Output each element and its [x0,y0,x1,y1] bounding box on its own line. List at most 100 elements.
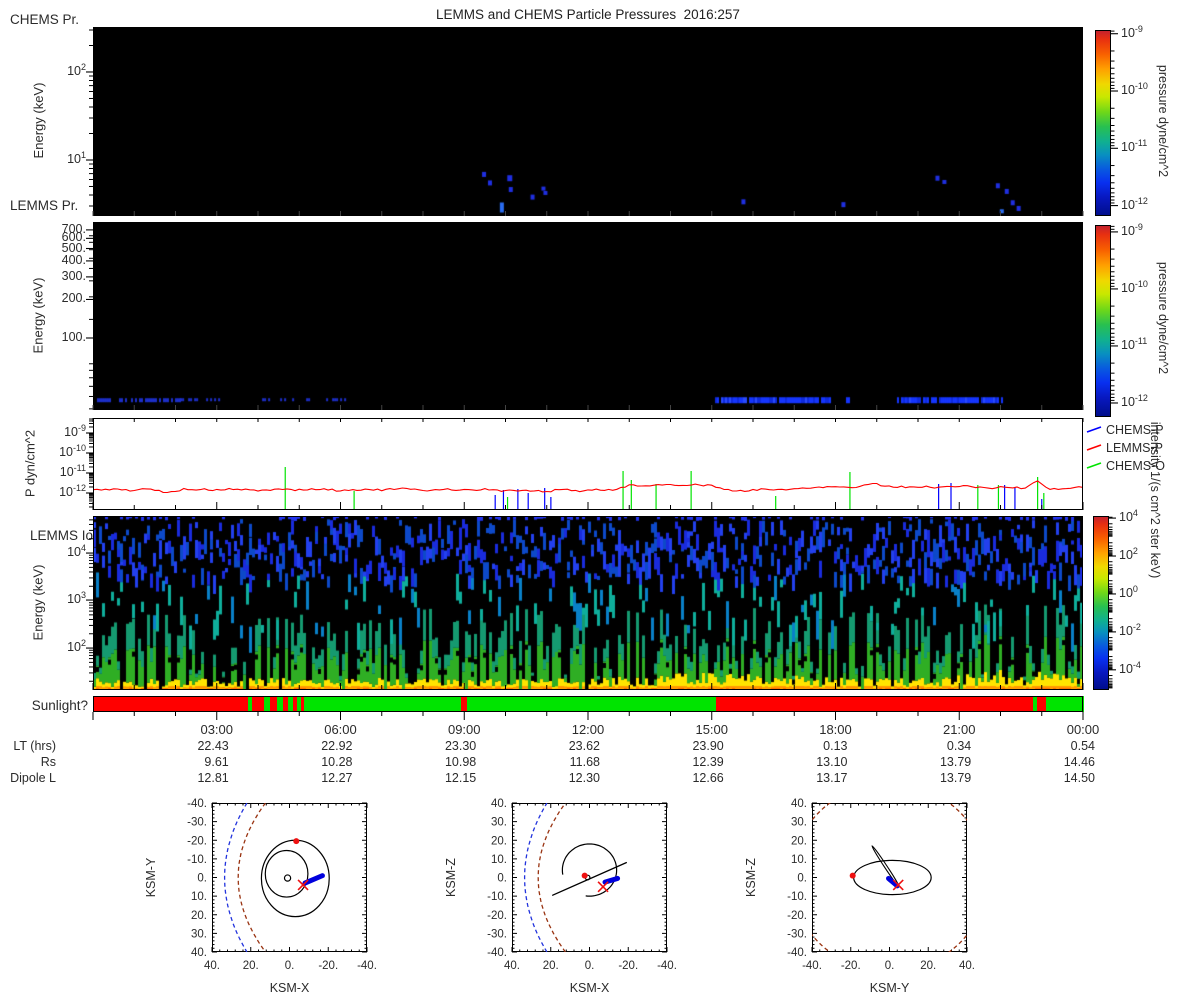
orbit-y-axis-label: KSM-Y [144,857,158,897]
ephemeris-value: 0.13 [823,739,848,753]
ephemeris-value: 23.90 [692,739,724,753]
y-tick-label: 103 [67,589,86,607]
colorbar-tick-label: 100 [1119,583,1138,600]
orbit-x-tick-label: -40. [802,960,822,972]
orbit-plot-ksmx-ksmz: 40.30.20.10.0.-10.-20.-30.-40.40. 20. 0. -2… [444,798,677,995]
orbit-y-tick-label: -40. [787,947,807,959]
colorbar-tick-label: 10-12 [1121,392,1148,409]
orbit-x-tick-label: -20. [841,960,861,972]
chems-energy-axis-label: Energy (keV) [31,82,46,159]
orbit-y-tick-label: -30. [787,928,807,940]
chems-pressure-panel-label: CHEMS Pr. [10,12,80,27]
orbit-y-tick-label: -20. [787,910,807,922]
ephemeris-value: 23.30 [444,739,477,753]
pressure-line-plot [92,418,1084,510]
lemms-ions-canvas [93,516,1083,690]
orbit-x-axis-label: KSM-X [570,981,610,995]
pressure-tick-label: 10-12 [59,482,86,499]
pressure-line-svg [92,467,1084,510]
orbit-y-tick-label: 10. [191,891,207,903]
legend-label-chems-p: CHEMS-P [1106,423,1164,437]
orbit-y-tick-label: 30. [491,817,507,829]
orbit-x-tick-label: 40. [959,960,975,972]
page-title: LEMMS and CHEMS Particle Pressures 2016:… [436,7,740,22]
orbit-x-tick-label: -20. [618,960,638,972]
ephemeris-value: 14.50 [1063,771,1095,785]
orbit-x-tick-label: 40. [204,960,220,972]
day-start-marker [581,872,588,879]
pressure-colorbar-unit-label-2: pressure dyne/cm^2 [1156,261,1170,375]
orbit-x-tick-label: 0. [585,960,595,972]
y-tick-label: 101 [67,149,86,166]
orbit-x-tick-label: 20. [920,960,936,972]
lemms-p-line-icon [1086,444,1102,451]
orbit-y-tick-label: 20. [791,835,807,847]
chems-pressure-spectrogram [93,27,1083,216]
y-tick-label: 104 [67,542,86,560]
chems-p-line-icon [1086,426,1102,433]
ephemeris-value: 11.68 [569,755,600,769]
ephemeris-value: 10.98 [444,755,477,769]
colorbar-tick-label: 10-9 [1121,221,1143,238]
orbit-plot-ksmx-ksmy: -40. -30. -20. -10. 0. 10. 20. 30. 40.40. 20. 0. -2… [144,798,377,995]
sunlight-segment [716,696,1034,712]
colorbar-tick-label: 10-4 [1119,659,1141,676]
orbit-x-tick-label: 0. [885,960,895,972]
legend-item-lemms-p: LEMMS-P [1086,441,1163,455]
ephemeris-value: 13.17 [816,771,848,785]
y-tick-label: 100. [61,329,86,344]
orbit-y-tick-label: 0. [797,873,807,885]
legend-label-chems-o: CHEMS-O [1106,459,1166,473]
orbit-content [523,803,627,952]
orbit-y-tick-label: -10. [787,891,807,903]
orbit-y-tick-label: -10. [487,891,507,903]
colorbar-tick-label: 104 [1119,507,1138,525]
day-start-marker [849,872,856,879]
ephemeris-row-label-dipole: Dipole L [10,771,56,785]
chems-o-line-icon [1086,462,1102,469]
y-tick-label: 102 [67,637,86,655]
plot-page: LEMMS and CHEMS Particle Pressures 2016:… [0,0,1200,1000]
pressure-colorbar-unit-label-1: pressure dyne/cm^2 [1156,64,1170,178]
sunlight-segment [251,696,265,712]
orbit-y-tick-label: 40. [491,798,507,810]
chems-pressure-canvas [93,27,1083,216]
legend-item-chems-o: CHEMS-O [1086,459,1165,473]
orbit-y-axis-label: KSM-Z [444,858,458,897]
ephemeris-row-label-lt: LT (hrs) [13,739,56,753]
ephemeris-value: 9.61 [204,755,229,769]
y-tick-label: 300. [61,268,86,283]
legend-label-lemms-p: LEMMS-P [1106,441,1163,455]
colorbar-tick-label: 10-2 [1119,621,1141,638]
orbit-x-tick-label: -20. [318,960,338,972]
pressure-colorbar-1 [1095,30,1111,216]
ephemeris-value: 13.10 [816,755,848,769]
lemms-pressure-spectrogram [93,222,1083,410]
pressure-colorbar-2 [1095,225,1111,417]
time-tick-label: 06:00 [324,722,357,737]
ephemeris-value: 10.28 [321,755,353,769]
ephemeris-value: 22.43 [197,739,229,753]
sunlight-segment [93,696,249,712]
ephemeris-value: 13.79 [939,755,972,769]
intensity-colorbar [1093,516,1109,690]
time-tick-label: 15:00 [695,722,729,737]
orbit-y-tick-label: -20. [487,910,507,922]
orbit-y-tick-label: -20. [187,835,207,847]
lemms-pressure-canvas [93,222,1083,410]
time-tick-label: 00:00 [1066,722,1100,737]
colorbar-tick-label: 10-9 [1121,23,1143,40]
legend-item-chems-p: CHEMS-P [1086,423,1164,437]
orbit-y-axis-label: KSM-Z [744,858,758,897]
lemms-ions-spectrogram [93,516,1083,690]
y-tick-label: 102 [67,61,86,78]
ephemeris-value: 0.34 [946,739,972,753]
orbit-content [223,803,330,952]
orbit-x-tick-label: -40. [357,960,377,972]
orbit-x-axis-label: KSM-Y [870,981,910,995]
pressure-tick-label: 10-9 [64,422,86,439]
y-tick-label: 200. [61,291,86,306]
orbit-x-tick-label: -40. [657,960,677,972]
orbit-content [812,803,967,952]
ephemeris-value: 12.30 [568,771,600,785]
